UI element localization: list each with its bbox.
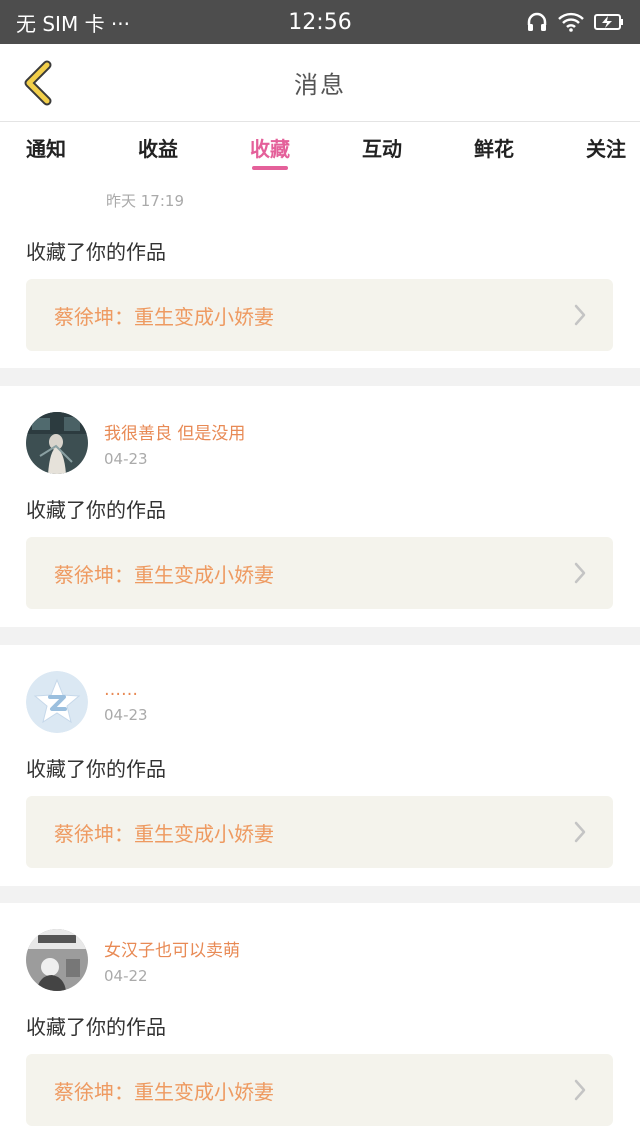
action-text: 收藏了你的作品: [26, 240, 166, 264]
action-text: 收藏了你的作品: [26, 757, 166, 781]
avatar[interactable]: [26, 929, 88, 991]
card-meta: …… 04-23: [104, 680, 148, 724]
action-text: 收藏了你的作品: [26, 498, 166, 522]
card-header: 我很善良 但是没用 04-23: [26, 412, 245, 474]
work-link[interactable]: 蔡徐坤：重生变成小娇妻: [26, 279, 613, 351]
favorite-card: 我很善良 但是没用 04-23 收藏了你的作品 蔡徐坤：重生变成小娇妻: [0, 386, 640, 627]
work-title: 蔡徐坤：重生变成小娇妻: [54, 562, 274, 587]
tab-label: 鲜花: [474, 136, 514, 161]
tab-favorites[interactable]: 收藏: [250, 122, 290, 172]
tab-earnings[interactable]: 收益: [138, 122, 178, 172]
status-carrier-group: 无 SIM 卡 ···: [16, 8, 130, 37]
username[interactable]: 女汉子也可以卖萌: [104, 936, 240, 961]
tab-label: 通知: [26, 136, 66, 161]
chevron-right-icon: [574, 821, 586, 843]
work-link[interactable]: 蔡徐坤：重生变成小娇妻: [26, 537, 613, 609]
tab-flowers[interactable]: 鲜花: [474, 122, 514, 172]
status-bar: 无 SIM 卡 ··· 12:56: [0, 0, 640, 44]
card-date: 昨天 17:19: [106, 192, 184, 210]
battery-icon: [594, 13, 624, 31]
chevron-right-icon: [574, 1079, 586, 1101]
avatar[interactable]: [26, 671, 88, 733]
card-header: …… 04-23: [26, 671, 148, 733]
page-title: 消息: [294, 71, 346, 99]
tab-label: 收藏: [250, 136, 290, 161]
action-text: 收藏了你的作品: [26, 1015, 166, 1039]
chevron-right-icon: [574, 304, 586, 326]
tab-notifications[interactable]: 通知: [26, 122, 66, 172]
status-icons: [526, 11, 624, 33]
tab-follows[interactable]: 关注: [586, 122, 626, 172]
favorite-card: 女汉子也可以卖萌 04-22 收藏了你的作品 蔡徐坤：重生变成小娇妻: [0, 903, 640, 1138]
favorite-card: …… 04-23 收藏了你的作品 蔡徐坤：重生变成小娇妻: [0, 645, 640, 886]
tab-label: 收益: [138, 136, 178, 161]
favorites-feed[interactable]: 昨天 17:19 收藏了你的作品 蔡徐坤：重生变成小娇妻 我很善良 但是没用 0…: [0, 172, 640, 1138]
work-title: 蔡徐坤：重生变成小娇妻: [54, 1079, 274, 1104]
avatar[interactable]: [26, 412, 88, 474]
favorite-card: 昨天 17:19 收藏了你的作品 蔡徐坤：重生变成小娇妻: [0, 172, 640, 368]
card-meta: 我很善良 但是没用 04-23: [104, 419, 245, 468]
username[interactable]: ……: [104, 680, 148, 700]
carrier-text: 无 SIM 卡 ···: [16, 11, 130, 36]
work-title: 蔡徐坤：重生变成小娇妻: [54, 821, 274, 846]
tab-label: 互动: [362, 136, 402, 161]
work-title: 蔡徐坤：重生变成小娇妻: [54, 304, 274, 329]
app-header: 消息: [0, 44, 640, 122]
work-link[interactable]: 蔡徐坤：重生变成小娇妻: [26, 796, 613, 868]
tab-label: 关注: [586, 136, 626, 161]
card-date: 04-23: [104, 706, 148, 724]
card-header: 女汉子也可以卖萌 04-22: [26, 929, 240, 991]
card-date: 04-22: [104, 966, 148, 985]
back-button[interactable]: [14, 58, 62, 108]
headphones-icon: [526, 11, 548, 33]
wifi-icon: [558, 12, 584, 32]
card-meta: 女汉子也可以卖萌 04-22: [104, 936, 240, 985]
username[interactable]: 我很善良 但是没用: [104, 419, 245, 444]
card-date: 04-23: [104, 449, 148, 468]
tab-bar: 通知 收益 收藏 互动 鲜花 关注: [0, 122, 640, 172]
tab-interactions[interactable]: 互动: [362, 122, 402, 172]
work-link[interactable]: 蔡徐坤：重生变成小娇妻: [26, 1054, 613, 1126]
chevron-right-icon: [574, 562, 586, 584]
chevron-left-icon: [24, 60, 52, 106]
